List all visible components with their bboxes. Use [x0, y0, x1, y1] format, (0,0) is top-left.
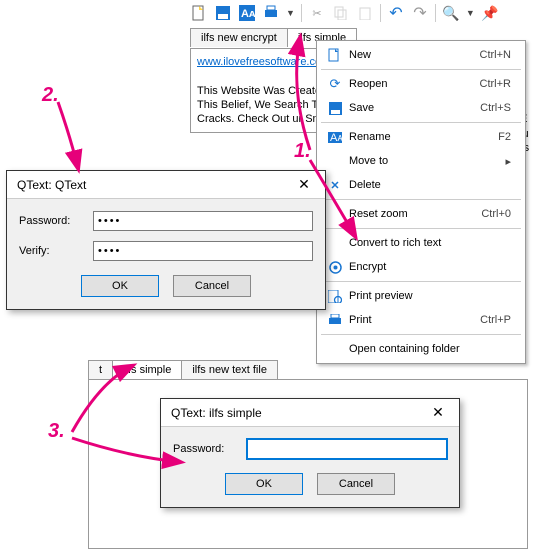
- menu-separator: [321, 122, 521, 123]
- menu-item-reopen[interactable]: ⟳ReopenCtrl+R: [319, 72, 523, 96]
- password-field[interactable]: [247, 439, 447, 459]
- ok-button[interactable]: OK: [225, 473, 303, 495]
- menu-item-move-to[interactable]: Move to▸: [319, 149, 523, 173]
- search-icon[interactable]: 🔍: [442, 4, 460, 22]
- menu-item-open-containing-folder[interactable]: Open containing folder: [319, 337, 523, 361]
- menu-label: Print: [345, 314, 480, 326]
- svg-text:Aᴀ: Aᴀ: [241, 8, 255, 20]
- menu-label: Save: [345, 102, 480, 114]
- menu-item-print[interactable]: PrintCtrl+P: [319, 308, 523, 332]
- svg-text:Aᴀ: Aᴀ: [330, 132, 342, 143]
- rename-icon: Aᴀ: [325, 132, 345, 143]
- ok-button[interactable]: OK: [81, 275, 159, 297]
- separator: [380, 4, 381, 22]
- save-icon[interactable]: [214, 4, 232, 22]
- password-label: Password:: [173, 443, 247, 455]
- menu-separator: [321, 199, 521, 200]
- document-text: This Website Was Created This Belief, We…: [197, 85, 327, 126]
- print-icon[interactable]: [262, 4, 280, 22]
- menu-label: Delete: [345, 179, 511, 191]
- dialog-title: QText: ilfs simple: [171, 406, 262, 420]
- tab-ilfs-new-encrypt[interactable]: ilfs new encrypt: [190, 28, 288, 47]
- menu-separator: [321, 334, 521, 335]
- cancel-button[interactable]: Cancel: [173, 275, 251, 297]
- dropdown-icon[interactable]: ▼: [466, 8, 475, 18]
- redo-icon[interactable]: ↷: [411, 4, 429, 22]
- menu-shortcut: Ctrl+P: [480, 314, 517, 326]
- reopen-icon: ⟳: [325, 76, 345, 92]
- close-icon[interactable]: ✕: [289, 176, 319, 193]
- tab-ilfs-simple[interactable]: ilfs simple: [112, 360, 182, 379]
- close-icon[interactable]: ✕: [423, 404, 453, 421]
- menu-shortcut: Ctrl+N: [480, 49, 517, 61]
- annotation-2: 2.: [42, 84, 59, 107]
- menu-item-rename[interactable]: AᴀRenameF2: [319, 125, 523, 149]
- menu-label: Print preview: [345, 290, 511, 302]
- menu-label: New: [345, 49, 480, 61]
- password-set-dialog: QText: QText ✕ Password: Verify: OK Canc…: [6, 170, 326, 310]
- annotation-3: 3.: [48, 420, 65, 443]
- preview-icon: [325, 290, 345, 303]
- menu-shortcut: F2: [498, 131, 517, 143]
- menu-label: Open containing folder: [345, 343, 511, 355]
- menu-shortcut: ▸: [505, 155, 517, 168]
- tab-ilfs-new-text-file[interactable]: ilfs new text file: [181, 360, 278, 379]
- dropdown-icon[interactable]: ▼: [286, 8, 295, 18]
- tab-t[interactable]: t: [88, 360, 113, 379]
- separator: [301, 4, 302, 22]
- annotation-1: 1.: [294, 140, 311, 163]
- new-file-icon: [325, 48, 345, 62]
- annotation-arrow-2: [40, 96, 100, 176]
- verify-field[interactable]: [93, 241, 313, 261]
- undo-icon[interactable]: ↶: [387, 4, 405, 22]
- menu-label: Move to: [345, 155, 505, 167]
- menu-separator: [321, 281, 521, 282]
- menu-shortcut: Ctrl+0: [481, 208, 517, 220]
- delete-icon: ✕: [325, 179, 345, 192]
- menu-shortcut: Ctrl+R: [480, 78, 517, 90]
- new-file-icon[interactable]: [190, 4, 208, 22]
- separator: [435, 4, 436, 22]
- menu-item-encrypt[interactable]: Encrypt: [319, 255, 523, 279]
- password-field[interactable]: [93, 211, 313, 231]
- menu-item-delete[interactable]: ✕Delete: [319, 173, 523, 197]
- menu-shortcut: Ctrl+S: [480, 102, 517, 114]
- menu-label: Convert to rich text: [345, 237, 511, 249]
- menu-separator: [321, 69, 521, 70]
- text-size-icon[interactable]: Aᴀ: [238, 4, 256, 22]
- menu-item-convert-to-rich-text[interactable]: Convert to rich text: [319, 231, 523, 255]
- menu-item-print-preview[interactable]: Print preview: [319, 284, 523, 308]
- menu-label: Rename: [345, 131, 498, 143]
- menu-item-save[interactable]: SaveCtrl+S: [319, 96, 523, 120]
- toolbar: Aᴀ ▼ ✂ ↶ ↷ 🔍 ▼ 📌: [186, 0, 503, 26]
- verify-label: Verify:: [19, 245, 93, 257]
- menu-separator: [321, 228, 521, 229]
- cancel-button[interactable]: Cancel: [317, 473, 395, 495]
- menu-item-new[interactable]: NewCtrl+N: [319, 43, 523, 67]
- menu-label: Reopen: [345, 78, 480, 90]
- paste-icon[interactable]: [356, 4, 374, 22]
- cut-icon[interactable]: ✂: [308, 4, 326, 22]
- password-label: Password:: [19, 215, 93, 227]
- print-icon: [325, 314, 345, 327]
- pin-icon[interactable]: 📌: [481, 4, 499, 22]
- menu-item-reset-zoom[interactable]: Reset zoomCtrl+0: [319, 202, 523, 226]
- menu-label: Encrypt: [345, 261, 511, 273]
- dialog-title: QText: QText: [17, 178, 86, 192]
- menu-label: Reset zoom: [345, 208, 481, 220]
- save-icon: [325, 102, 345, 115]
- copy-icon[interactable]: [332, 4, 350, 22]
- document-link[interactable]: www.ilovefreesoftware.co: [197, 56, 321, 68]
- context-menu: NewCtrl+N⟳ReopenCtrl+RSaveCtrl+SAᴀRename…: [316, 40, 526, 364]
- encrypt-icon: [325, 261, 345, 274]
- password-enter-dialog: QText: ilfs simple ✕ Password: OK Cancel: [160, 398, 460, 508]
